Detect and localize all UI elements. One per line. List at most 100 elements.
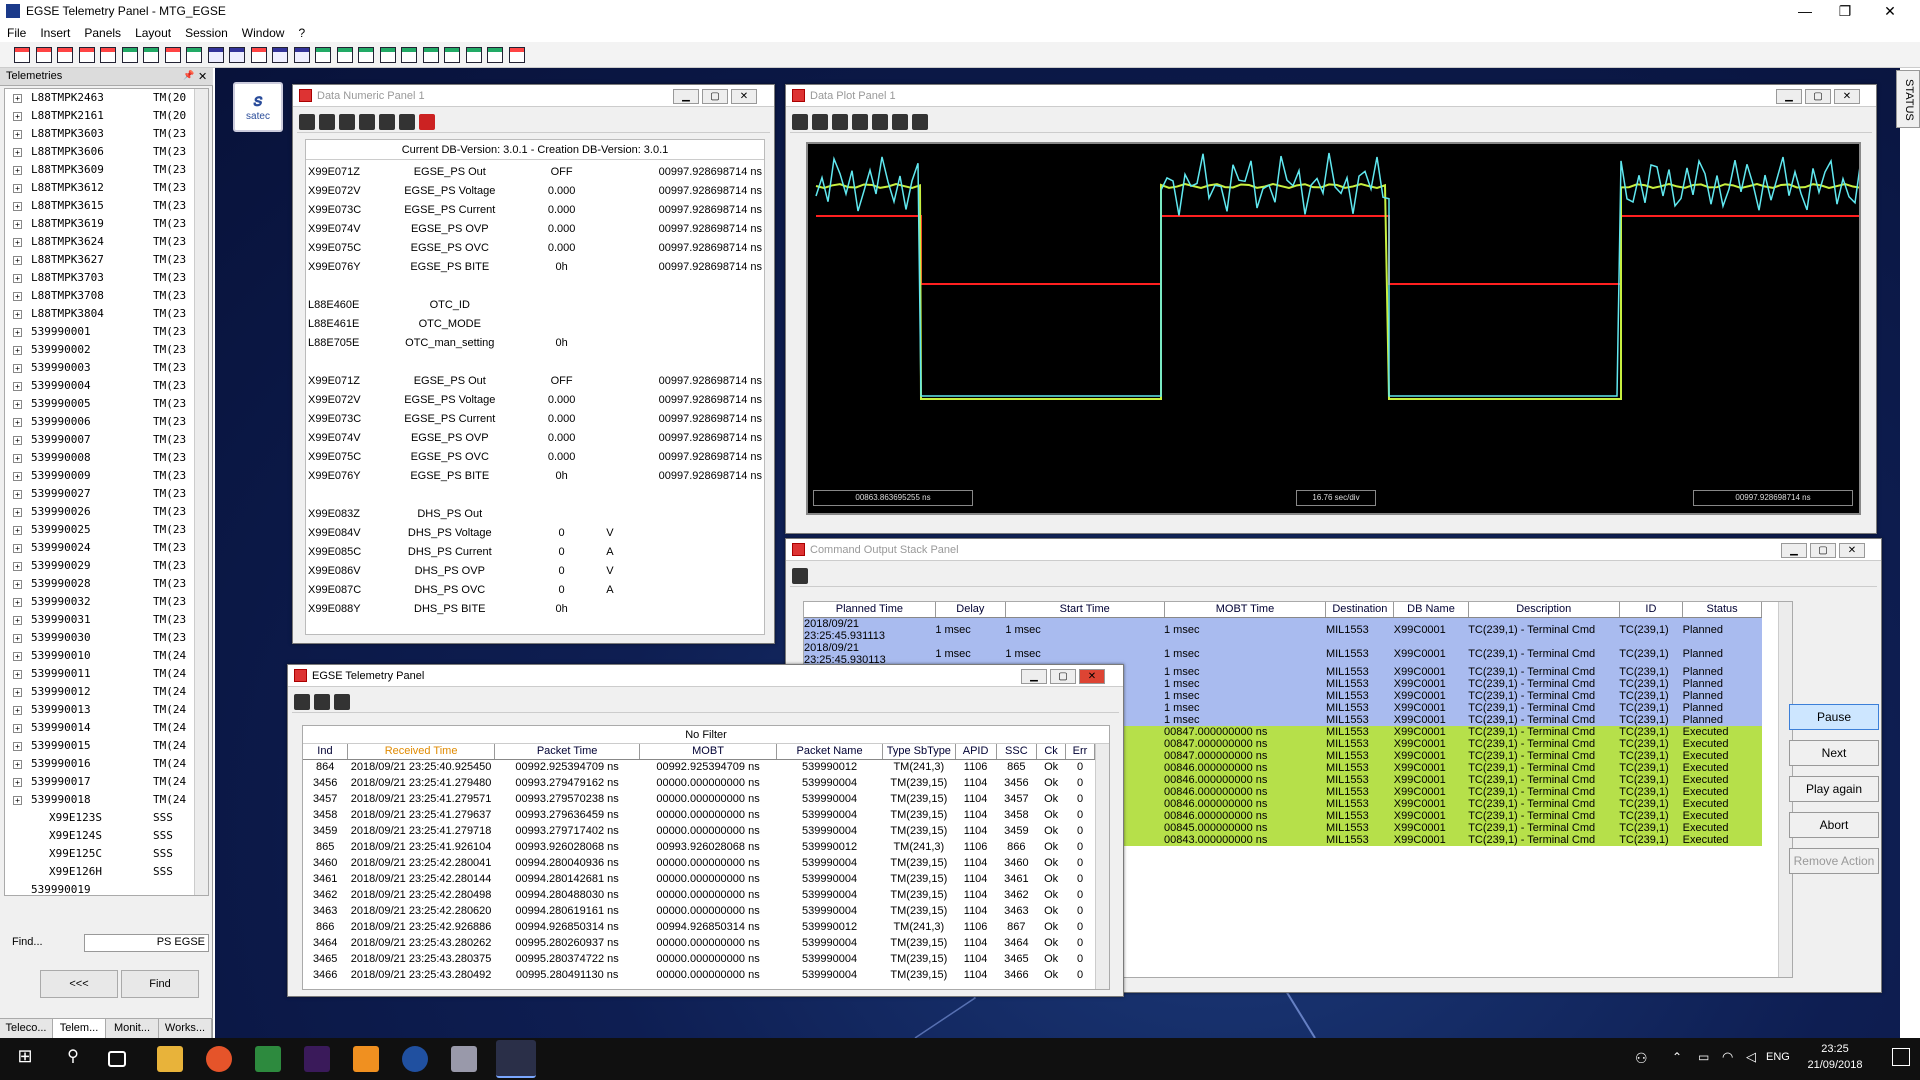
numeric-row[interactable]: X99E075C EGSE_PS OVC 0.000 00997.928698714 … <box>306 447 764 466</box>
notepad-plus-icon[interactable] <box>255 1046 281 1072</box>
tree-item[interactable]: +539990013 TM(24 <box>5 701 208 719</box>
play-again-button[interactable]: Play again <box>1789 776 1879 802</box>
tree-item[interactable]: +539990026 TM(23 <box>5 503 208 521</box>
tree-child-item[interactable]: X99E125C SSS <box>5 845 208 863</box>
volume-icon[interactable]: ◁ <box>1746 1049 1756 1065</box>
left-tab[interactable]: Telem... <box>53 1019 106 1038</box>
numeric-row[interactable]: X99E085C DHS_PS Current 0 A <box>306 542 764 561</box>
toolbar-tool-icon[interactable] <box>272 47 288 63</box>
open-icon[interactable] <box>299 114 315 130</box>
numeric-row[interactable]: X99E072V EGSE_PS Voltage 0.000 00997.928698… <box>306 181 764 200</box>
numeric-row[interactable]: X99E071Z EGSE_PS Out OFF 00997.928698714 ns <box>306 162 764 181</box>
battery-icon[interactable]: ▭ <box>1698 1050 1709 1064</box>
tree-item[interactable]: +539990025 TM(23 <box>5 521 208 539</box>
expand-icon[interactable]: + <box>13 256 22 265</box>
expand-icon[interactable]: + <box>13 652 22 661</box>
expand-icon[interactable]: + <box>13 634 22 643</box>
expand-icon[interactable]: + <box>13 706 22 715</box>
copy-icon[interactable] <box>892 114 908 130</box>
expand-icon[interactable]: + <box>13 760 22 769</box>
toolbar-tool-icon[interactable] <box>379 47 396 63</box>
print-icon[interactable] <box>872 114 888 130</box>
egse-row[interactable]: 3463 2018/09/21 23:25:42.280620 00994.2806… <box>303 903 1095 919</box>
alarm-icon[interactable] <box>419 114 435 130</box>
numeric-minimize-button[interactable]: ▁ <box>673 89 699 104</box>
tree-item[interactable]: +539990018 TM(24 <box>5 791 208 809</box>
tree-item[interactable]: +539990032 TM(23 <box>5 593 208 611</box>
column-header[interactable]: MOBT Time <box>1164 602 1327 618</box>
search-icon[interactable]: ⚲ <box>60 1046 86 1072</box>
tree-item[interactable]: +539990011 TM(24 <box>5 665 208 683</box>
expand-icon[interactable]: + <box>13 202 22 211</box>
egse-row[interactable]: 3461 2018/09/21 23:25:42.280144 00994.2801… <box>303 871 1095 887</box>
settings-icon[interactable] <box>379 114 395 130</box>
tool-icon[interactable] <box>402 1046 428 1072</box>
expand-icon[interactable]: + <box>13 166 22 175</box>
numeric-row[interactable]: X99E087C DHS_PS OVC 0 A <box>306 580 764 599</box>
egse-maximize-button[interactable]: ▢ <box>1050 669 1076 684</box>
language-indicator[interactable]: ENG <box>1766 1051 1790 1063</box>
column-header[interactable]: MOBT <box>639 744 778 760</box>
toolbar-tool-icon[interactable] <box>35 47 52 63</box>
left-tab[interactable]: Teleco... <box>0 1019 53 1038</box>
tree-item[interactable]: + L88TMPK3804 TM(23 <box>5 305 208 323</box>
tree-item[interactable]: +539990003 TM(23 <box>5 359 208 377</box>
toolbar-tool-icon[interactable] <box>229 47 245 63</box>
egse-scrollbar[interactable] <box>1095 744 1109 989</box>
expand-icon[interactable]: + <box>13 526 22 535</box>
grid-icon[interactable] <box>359 114 375 130</box>
column-header[interactable]: Packet Name <box>776 744 883 760</box>
toolbar-tool-icon[interactable] <box>164 47 181 63</box>
wifi-icon[interactable]: ◠ <box>1722 1049 1733 1065</box>
column-header[interactable]: Description <box>1468 602 1620 618</box>
tree-item[interactable]: + L88TMPK3624 TM(23 <box>5 233 208 251</box>
menu-item-session[interactable]: Session <box>178 24 235 42</box>
tree-item[interactable]: 539990019 <box>5 881 208 895</box>
expand-icon[interactable]: + <box>13 454 22 463</box>
remove-action-button[interactable]: Remove Action <box>1789 848 1879 874</box>
egse-row[interactable]: 3457 2018/09/21 23:25:41.279571 00993.2795… <box>303 791 1095 807</box>
numeric-row[interactable]: L88E705E OTC_man_setting 0h <box>306 333 764 352</box>
tree-item[interactable]: +539990004 TM(23 <box>5 377 208 395</box>
print-icon[interactable] <box>314 694 330 710</box>
save-icon[interactable] <box>319 114 335 130</box>
numeric-row[interactable]: X99E076Y EGSE_PS BITE 0h 00997.928698714 ns <box>306 466 764 485</box>
menu-item-help[interactable]: ? <box>291 24 312 42</box>
tree-item[interactable]: + L88TMPK3708 TM(23 <box>5 287 208 305</box>
expand-icon[interactable]: + <box>13 418 22 427</box>
tree-item[interactable]: + L88TMPK3619 TM(23 <box>5 215 208 233</box>
numeric-close-button[interactable]: ✕ <box>731 89 757 104</box>
column-header[interactable]: Err <box>1065 744 1095 760</box>
numeric-row[interactable]: X99E084V DHS_PS Voltage 0 V <box>306 523 764 542</box>
firefox-icon[interactable] <box>206 1046 232 1072</box>
chevron-up-icon[interactable]: ⌃ <box>1672 1050 1682 1064</box>
app-icon[interactable] <box>451 1046 477 1072</box>
minimize-button[interactable]: — <box>1785 2 1825 22</box>
tree-item[interactable]: + L88TMPK2161 TM(20 <box>5 107 208 125</box>
tree-item[interactable]: +539990016 TM(24 <box>5 755 208 773</box>
tree-item[interactable]: + L88TMPK3612 TM(23 <box>5 179 208 197</box>
column-header[interactable]: Received Time <box>347 744 496 760</box>
expand-icon[interactable]: + <box>13 544 22 553</box>
column-header[interactable]: Packet Time <box>494 744 640 760</box>
toolbar-tool-icon[interactable] <box>401 47 417 63</box>
notifications-icon[interactable] <box>1892 1048 1910 1066</box>
tree-item[interactable]: + L88TMPK3703 TM(23 <box>5 269 208 287</box>
close-button[interactable]: ✕ <box>1870 2 1910 22</box>
task-view-icon[interactable] <box>108 1051 126 1067</box>
close-icon[interactable]: ✕ <box>198 70 207 83</box>
expand-icon[interactable]: + <box>13 742 22 751</box>
cmd-row[interactable]: 2018/09/21 23:25:45.930113 1 msec 1 msec 1 … <box>804 641 1762 666</box>
expand-icon[interactable]: + <box>13 490 22 499</box>
settings-icon[interactable] <box>912 114 928 130</box>
expand-icon[interactable]: + <box>13 562 22 571</box>
toolbar-tool-icon[interactable] <box>508 47 525 63</box>
column-header[interactable]: Status <box>1682 602 1762 618</box>
tree-item[interactable]: +539990028 TM(23 <box>5 575 208 593</box>
expand-icon[interactable]: + <box>13 94 22 103</box>
tree-item[interactable]: +539990005 TM(23 <box>5 395 208 413</box>
plot-maximize-button[interactable]: ▢ <box>1805 89 1831 104</box>
expand-icon[interactable]: + <box>13 310 22 319</box>
expand-icon[interactable]: + <box>13 778 22 787</box>
egse-row[interactable]: 3458 2018/09/21 23:25:41.279637 00993.2796… <box>303 807 1095 823</box>
